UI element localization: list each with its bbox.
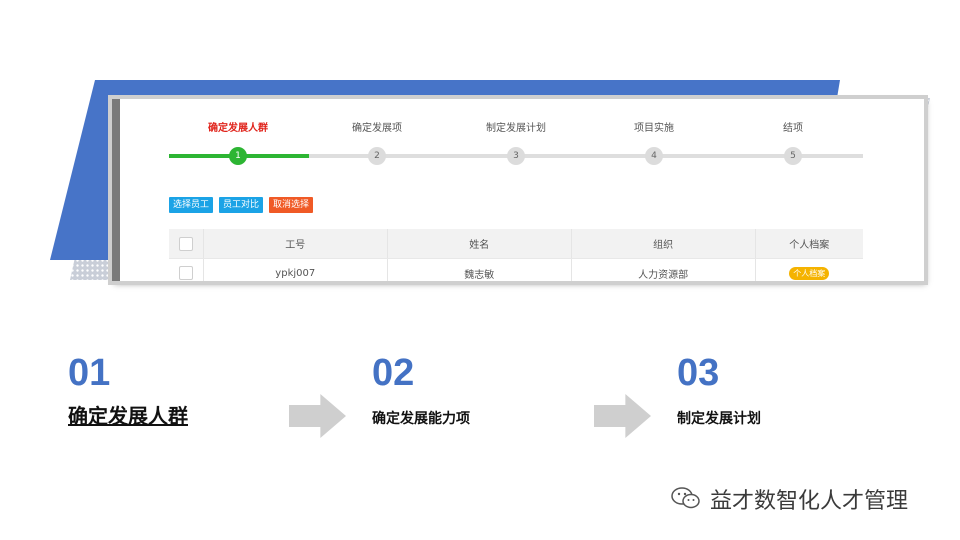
step-dot-2[interactable]: 2 (368, 147, 386, 165)
cell-name: 魏志敏 (388, 259, 572, 281)
cell-profile: 个人档案 (756, 259, 863, 281)
app-screenshot: 确定发展人群 确定发展项 制定发展计划 项目实施 结项 1 2 3 4 5 选择… (112, 99, 924, 281)
step-label-4[interactable]: 项目实施 (634, 119, 674, 134)
cell-org: 人力资源部 (572, 259, 756, 281)
section-number-1: 01 (68, 352, 111, 394)
table-header-row: 工号 姓名 组织 个人档案 (169, 229, 863, 259)
section-title-3: 制定发展计划 (677, 411, 761, 427)
step-dot-4[interactable]: 4 (645, 147, 663, 165)
header-org: 组织 (572, 229, 756, 258)
select-all-checkbox[interactable] (178, 236, 193, 251)
employee-table: 工号 姓名 组织 个人档案 ypkj007 魏志敏 人力资源部 个人档案 (169, 229, 863, 281)
step-label-5[interactable]: 结项 (783, 119, 803, 134)
table-row: ypkj007 魏志敏 人力资源部 个人档案 (169, 259, 863, 281)
cell-id: ypkj007 (204, 259, 388, 281)
section-title-2: 确定发展能力项 (372, 411, 470, 427)
arrow-right-icon (289, 394, 346, 438)
step-label-3[interactable]: 制定发展计划 (486, 119, 546, 134)
wechat-icon (671, 487, 700, 509)
row-checkbox-cell (169, 259, 204, 281)
screenshot-left-strip (112, 99, 120, 281)
step-label-2[interactable]: 确定发展项 (352, 119, 402, 134)
cancel-select-button[interactable]: 取消选择 (269, 197, 314, 213)
step-dot-5[interactable]: 5 (784, 147, 802, 165)
select-employee-button[interactable]: 选择员工 (169, 197, 214, 213)
profile-badge-button[interactable]: 个人档案 (789, 266, 830, 280)
arrow-right-icon (594, 394, 651, 438)
compare-employee-button[interactable]: 员工对比 (219, 197, 264, 213)
section-number-2: 02 (372, 352, 415, 394)
section-title-1: 确定发展人群 (68, 404, 188, 428)
header-name: 姓名 (388, 229, 572, 258)
section-number-3: 03 (677, 352, 720, 394)
row-checkbox[interactable] (178, 266, 193, 280)
header-profile: 个人档案 (789, 240, 830, 251)
watermark-text: 益才数智化人才管理 (710, 489, 909, 514)
step-dot-3[interactable]: 3 (507, 147, 525, 165)
header-id: 工号 (204, 229, 388, 258)
step-dot-1[interactable]: 1 (229, 147, 247, 165)
header-checkbox-cell (169, 229, 204, 258)
step-label-1[interactable]: 确定发展人群 (208, 119, 268, 134)
